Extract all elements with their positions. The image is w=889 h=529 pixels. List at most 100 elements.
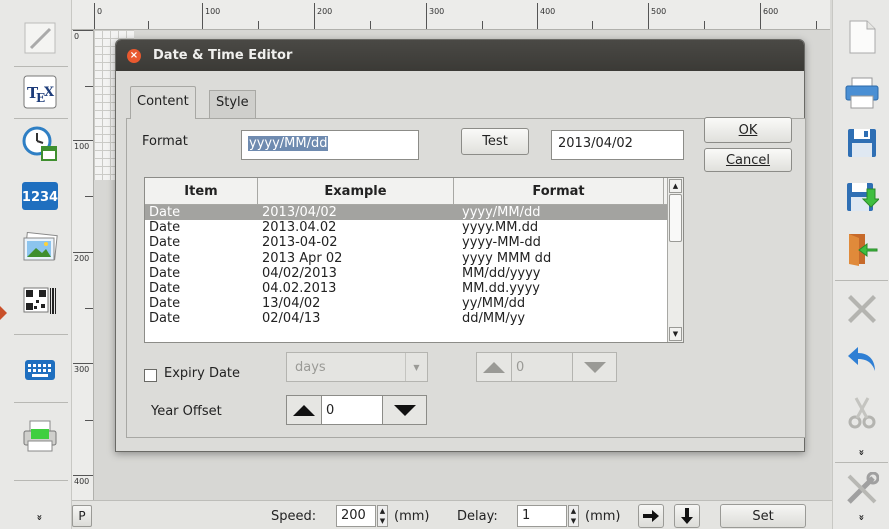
scrollbar-thumb[interactable] xyxy=(669,194,682,242)
table-row[interactable]: Date 04/02/2013 MM/dd/yyyy xyxy=(145,266,683,281)
tab-content[interactable]: Content xyxy=(130,86,196,119)
set-button[interactable]: Set xyxy=(720,504,806,528)
more-tools-chevron[interactable]: » xyxy=(856,514,867,520)
ok-button-label: OK xyxy=(738,122,758,138)
table-row[interactable]: Date 02/04/13 dd/MM/yy xyxy=(145,311,683,326)
format-table[interactable]: Item Example Format Date 2013/04/02 yyyy… xyxy=(144,177,684,343)
speed-input[interactable]: 200 xyxy=(336,505,376,527)
bottom-bar: P Speed: 200 ▲ ▼ (mm) Delay: 1 ▲ ▼ (mm) Se… xyxy=(72,500,832,529)
ruler-label: 400 xyxy=(74,477,90,486)
table-cell: 02/04/13 xyxy=(262,311,321,327)
new-document-icon[interactable] xyxy=(841,16,883,58)
table-row[interactable]: Date 13/04/02 yy/MM/dd xyxy=(145,296,683,311)
column-header-item[interactable]: Item xyxy=(145,178,258,204)
arrow-down-button[interactable] xyxy=(674,504,700,528)
scroll-up-icon[interactable]: ▲ xyxy=(669,179,682,193)
more-actions-chevron[interactable]: » xyxy=(856,449,867,455)
year-offset-stepper[interactable]: 0 xyxy=(286,395,427,425)
ruler-label: 0 xyxy=(97,7,103,16)
toolbar-separator xyxy=(14,480,68,481)
close-icon[interactable]: × xyxy=(127,48,141,63)
ruler-tick xyxy=(816,21,817,29)
dialog-titlebar[interactable]: × Date & Time Editor xyxy=(116,40,804,71)
more-tools-chevron[interactable]: » xyxy=(34,514,45,520)
ruler-label: 500 xyxy=(651,7,667,16)
expiry-date-checkbox[interactable] xyxy=(144,369,157,382)
expiry-unit-select[interactable]: days ▼ xyxy=(286,352,428,382)
page-button[interactable]: P xyxy=(72,505,92,527)
ruler-tick xyxy=(85,308,93,309)
table-cell: 04.02.2013 xyxy=(262,280,337,296)
save-icon[interactable] xyxy=(841,122,883,164)
arrow-down-icon xyxy=(681,508,693,524)
arrow-right-button[interactable] xyxy=(638,504,664,528)
svg-text:1234: 1234 xyxy=(22,190,58,205)
format-input[interactable]: yyyy/MM/dd xyxy=(241,130,419,160)
ruler-tick xyxy=(148,21,149,29)
save-as-icon[interactable] xyxy=(841,175,883,217)
print-icon[interactable] xyxy=(841,72,883,114)
tools-icon[interactable] xyxy=(841,468,883,510)
keyboard-icon[interactable] xyxy=(20,350,60,390)
ruler-label: 200 xyxy=(74,254,90,263)
pencil-icon[interactable] xyxy=(20,18,60,58)
chevron-down-icon: ▼ xyxy=(405,353,427,381)
format-input-value: yyyy/MM/dd xyxy=(248,136,329,151)
delete-icon[interactable] xyxy=(841,287,883,329)
ruler-tick xyxy=(85,420,93,421)
undo-icon[interactable] xyxy=(841,338,883,380)
table-cell: MM/dd/yyyy xyxy=(462,265,541,281)
delay-input[interactable]: 1 xyxy=(517,505,567,527)
toolbar-separator xyxy=(835,462,888,463)
expiry-value-stepper[interactable]: 0 xyxy=(476,352,617,382)
increment-icon[interactable] xyxy=(287,396,321,424)
cancel-button[interactable]: Cancel xyxy=(704,148,792,172)
expiry-value: 0 xyxy=(511,353,573,381)
table-cell: Date xyxy=(149,280,181,296)
increment-icon[interactable] xyxy=(477,353,511,381)
table-cell: yyyy.MM.dd xyxy=(462,220,539,236)
speed-label: Speed: xyxy=(271,509,317,524)
date-time-editor-dialog: × Date & Time Editor Content Style Forma… xyxy=(115,39,806,452)
ruler-tick xyxy=(482,21,483,29)
dialog-title: Date & Time Editor xyxy=(153,48,293,63)
ruler-top: 0 100 200 300 400 500 600 xyxy=(72,0,830,30)
toolbar-separator xyxy=(835,280,888,281)
table-scrollbar[interactable]: ▲ ▼ xyxy=(667,178,683,342)
ruler-tick xyxy=(202,3,203,29)
printer-icon[interactable] xyxy=(20,416,60,456)
speed-stepper[interactable]: ▲ ▼ xyxy=(377,505,388,527)
barcode-icon[interactable] xyxy=(20,282,60,322)
table-row[interactable]: Date 2013/04/02 yyyy/MM/dd xyxy=(145,205,683,221)
year-offset-value[interactable]: 0 xyxy=(321,396,383,424)
scroll-down-icon[interactable]: ▼ xyxy=(669,327,682,341)
table-row[interactable]: Date 04.02.2013 MM.dd.yyyy xyxy=(145,281,683,296)
table-row[interactable]: Date 2013 Apr 02 yyyy MMM dd xyxy=(145,251,683,266)
column-header-format[interactable]: Format xyxy=(454,178,664,204)
image-icon[interactable] xyxy=(20,228,60,268)
decrement-icon[interactable] xyxy=(573,353,616,381)
ruler-tick xyxy=(85,196,93,197)
exit-icon[interactable] xyxy=(841,228,883,270)
counter-icon[interactable]: 1234 xyxy=(20,176,60,216)
ruler-tick xyxy=(73,475,93,476)
tex-icon[interactable]: TEX xyxy=(20,72,60,112)
table-header: Item Example Format xyxy=(145,178,683,205)
table-cell: 2013-04-02 xyxy=(262,235,338,251)
delay-stepper[interactable]: ▲ ▼ xyxy=(568,505,579,527)
test-button[interactable]: Test xyxy=(461,128,529,155)
clock-calendar-icon[interactable] xyxy=(20,124,60,164)
decrement-icon[interactable] xyxy=(383,396,426,424)
year-offset-label: Year Offset xyxy=(151,404,222,419)
column-header-example[interactable]: Example xyxy=(258,178,454,204)
table-row[interactable]: Date 2013-04-02 yyyy-MM-dd xyxy=(145,235,683,250)
table-cell: yyyy-MM-dd xyxy=(462,235,541,251)
ruler-label: 100 xyxy=(74,142,90,151)
tab-style[interactable]: Style xyxy=(209,90,256,118)
table-row[interactable]: Date 2013.04.02 yyyy.MM.dd xyxy=(145,220,683,235)
ruler-tick xyxy=(537,3,538,29)
cut-icon[interactable] xyxy=(841,392,883,434)
ok-button[interactable]: OK xyxy=(704,117,792,143)
table-cell: Date xyxy=(149,311,181,327)
test-result-field: 2013/04/02 xyxy=(551,130,684,160)
